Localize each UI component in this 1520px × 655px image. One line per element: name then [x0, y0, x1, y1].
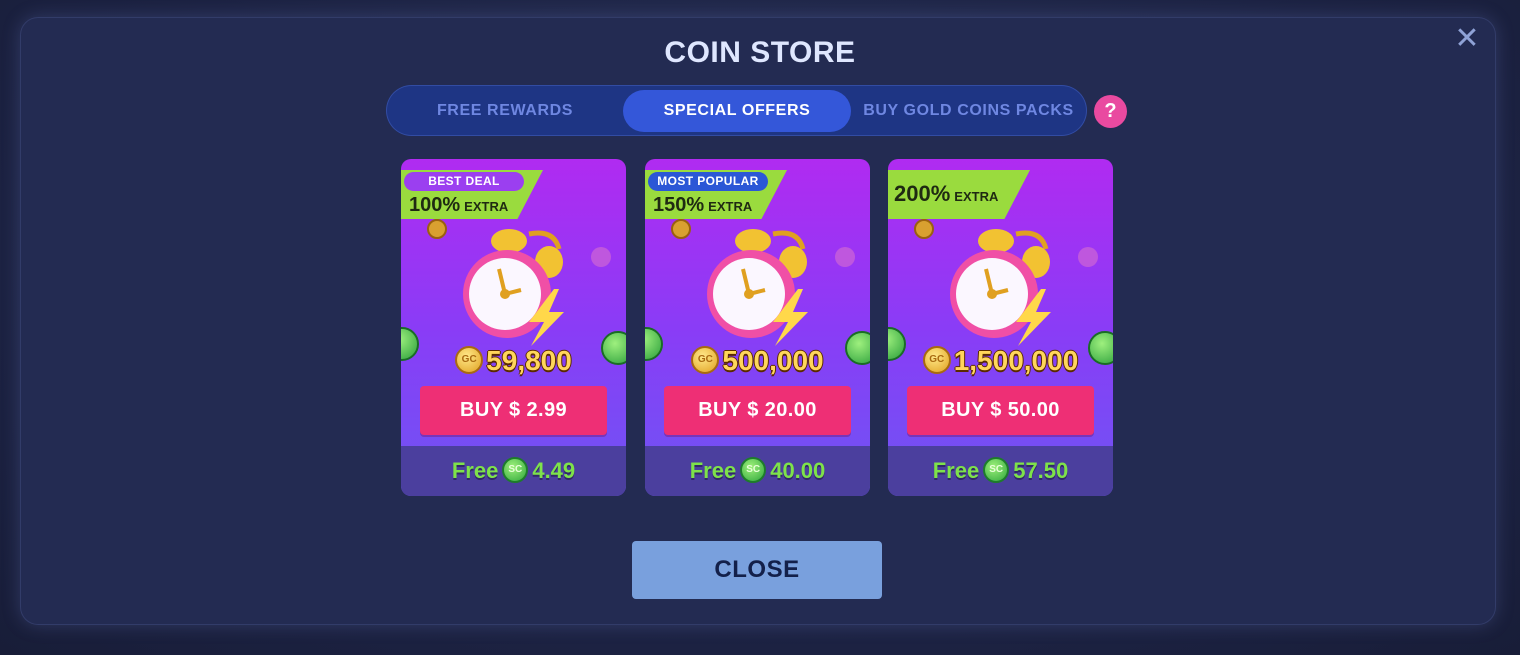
gold-coin-decoration: [914, 219, 934, 239]
extra-percentage: 200% EXTRA: [894, 181, 998, 207]
pink-coin-decoration: [1078, 247, 1098, 267]
gold-coin-amount: GC 1,500,000: [888, 345, 1113, 377]
sc-coin-icon: SC: [502, 457, 529, 484]
amount-value: 1,500,000: [953, 345, 1079, 376]
extra-percentage: 150% EXTRA: [653, 194, 752, 217]
offer-card: BEST DEAL 100% EXTRA GC 59,800 BUY $ 2.99 …: [401, 159, 626, 496]
alarm-clock-icon: [463, 229, 564, 346]
offer-card: MOST POPULAR 150% EXTRA GC 500,000 BUY $ 2…: [645, 159, 870, 496]
close-button[interactable]: CLOSE: [632, 541, 882, 599]
gc-coin-icon: GC: [922, 345, 951, 374]
free-label: Free: [451, 458, 499, 483]
amount-value: 59,800: [486, 345, 572, 376]
extra-pct: 200%: [894, 181, 951, 206]
help-icon[interactable]: ?: [1094, 95, 1127, 128]
offer-card: 200% EXTRA GC 1,500,000 BUY $ 50.00 Free SC…: [888, 159, 1113, 496]
extra-pct: 100%: [409, 194, 461, 216]
pink-coin-decoration: [591, 247, 611, 267]
extra-label: EXTRA: [464, 199, 509, 214]
tab-buy-gold-coins-packs[interactable]: BUY GOLD COINS PACKS: [856, 90, 1081, 132]
store-tabs: FREE REWARDS SPECIAL OFFERS BUY GOLD COI…: [386, 85, 1087, 136]
extra-pct: 150%: [653, 194, 705, 216]
extra-percentage: 100% EXTRA: [409, 194, 508, 217]
page-title: COIN STORE: [664, 36, 856, 69]
free-label: Free: [932, 458, 980, 483]
amount-value: 500,000: [722, 345, 824, 376]
free-value: 57.50: [1013, 458, 1069, 483]
gold-coin-decoration: [427, 219, 447, 239]
alarm-clock-icon: [707, 229, 808, 346]
tab-special-offers[interactable]: SPECIAL OFFERS: [623, 90, 851, 132]
free-sweeps-coins: Free SC 4.49: [401, 446, 626, 496]
alarm-clock-icon: [950, 229, 1051, 346]
gc-coin-icon: GC: [691, 345, 720, 374]
free-label: Free: [689, 458, 737, 483]
buy-button[interactable]: BUY $ 50.00: [907, 386, 1094, 435]
gc-coin-icon: GC: [455, 345, 484, 374]
tab-free-rewards[interactable]: FREE REWARDS: [406, 90, 604, 132]
gold-coin-amount: GC 500,000: [645, 345, 870, 377]
best-deal-badge: BEST DEAL: [404, 172, 524, 191]
pink-coin-decoration: [835, 247, 855, 267]
gold-coin-decoration: [671, 219, 691, 239]
free-value: 4.49: [532, 458, 576, 483]
extra-label: EXTRA: [954, 189, 999, 204]
gold-coin-amount: GC 59,800: [401, 345, 626, 377]
sc-coin-icon: SC: [983, 457, 1010, 484]
extra-label: EXTRA: [708, 199, 753, 214]
sc-coin-icon: SC: [740, 457, 767, 484]
buy-button[interactable]: BUY $ 2.99: [420, 386, 607, 435]
free-value: 40.00: [770, 458, 826, 483]
buy-button[interactable]: BUY $ 20.00: [664, 386, 851, 435]
free-sweeps-coins: Free SC 57.50: [888, 446, 1113, 496]
free-sweeps-coins: Free SC 40.00: [645, 446, 870, 496]
most-popular-badge: MOST POPULAR: [648, 172, 768, 191]
